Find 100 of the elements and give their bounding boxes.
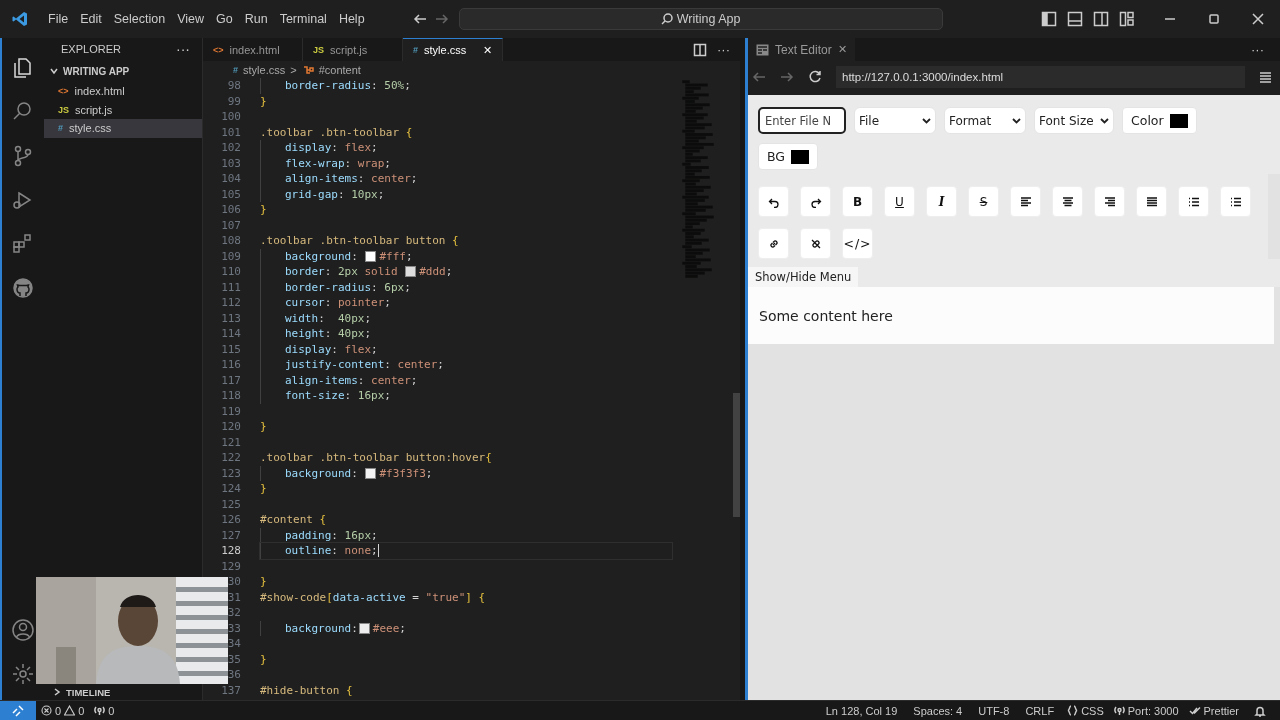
- color-swatch[interactable]: [405, 266, 417, 278]
- code-token: ;: [404, 79, 411, 93]
- dropdown[interactable]: File: [854, 107, 936, 134]
- toolbar-button[interactable]: [758, 228, 789, 259]
- menu-item[interactable]: View: [171, 8, 210, 30]
- layout-icon[interactable]: [1119, 11, 1135, 27]
- status-item[interactable]: Spaces: 4: [905, 704, 971, 717]
- color-swatch[interactable]: [365, 467, 377, 479]
- dropdown[interactable]: Font Size: [1034, 107, 1114, 134]
- toolbar-button[interactable]: [1052, 186, 1083, 217]
- dropdown[interactable]: Format: [944, 107, 1026, 134]
- toolbar-button[interactable]: [800, 186, 831, 217]
- menu-item[interactable]: Help: [332, 8, 371, 30]
- toolbar-button[interactable]: U: [884, 186, 915, 217]
- toolbar-button[interactable]: [1178, 186, 1209, 217]
- editor-tab[interactable]: # style.css ✕: [403, 38, 503, 61]
- toolbar-button[interactable]: [1094, 186, 1125, 217]
- menu-item[interactable]: Run: [238, 8, 274, 30]
- toolbar-button[interactable]: [800, 228, 831, 259]
- code-token: :: [324, 265, 333, 279]
- line-number: 30: [226, 575, 242, 589]
- color-swatch[interactable]: [365, 250, 377, 262]
- language-mode[interactable]: CSS: [1062, 704, 1109, 717]
- folder-header[interactable]: WRITING APP: [44, 60, 202, 82]
- line-number: 113: [220, 311, 242, 325]
- github-icon[interactable]: [11, 276, 35, 300]
- code-token: ;: [437, 358, 444, 372]
- code-token: .toolbar .btn-toolbar button:hover: [260, 451, 486, 465]
- code-token: display: [285, 141, 332, 155]
- editor-tab[interactable]: <> index.html: [203, 38, 303, 61]
- bell-icon[interactable]: [1254, 704, 1266, 717]
- forward-arrow-icon[interactable]: [434, 12, 449, 26]
- toolbar-button[interactable]: [1220, 186, 1251, 217]
- browser-tab[interactable]: Text Editor ✕: [748, 38, 855, 61]
- forward-arrow-icon[interactable]: [780, 70, 794, 84]
- status-item[interactable]: Ln 128, Col 19: [817, 704, 906, 717]
- error-icon: [41, 705, 52, 716]
- line-number: 118: [220, 389, 242, 403]
- more-actions-button[interactable]: ···: [717, 42, 730, 57]
- address-field[interactable]: http://127.0.0.1:3000/index.html: [836, 66, 1245, 88]
- reload-icon[interactable]: [808, 70, 822, 84]
- toolbar-button[interactable]: [1136, 186, 1167, 217]
- close-tab-button[interactable]: ✕: [837, 43, 847, 56]
- split-editor-icon[interactable]: [693, 42, 707, 57]
- line-number: 104: [220, 172, 242, 186]
- text-cursor: [377, 544, 380, 558]
- file-type-icon: JS: [313, 44, 324, 55]
- file-item[interactable]: <> index.html: [44, 82, 202, 101]
- search-icon: [660, 13, 673, 25]
- menu-item[interactable]: Edit: [74, 8, 108, 30]
- command-search-field[interactable]: Writing App: [458, 8, 943, 30]
- toolbar-button[interactable]: S: [968, 186, 999, 217]
- code-token: justify-content: [285, 358, 385, 372]
- code-token: padding: [285, 528, 332, 542]
- menu-item[interactable]: File: [42, 8, 75, 30]
- code-token: 2px: [338, 265, 358, 279]
- account-icon[interactable]: [11, 618, 35, 642]
- code-token: :: [351, 466, 359, 480]
- menu-item[interactable]: Terminal: [273, 8, 333, 30]
- primary-sidebar-toggle-icon[interactable]: [1041, 11, 1057, 27]
- code-token: ;: [410, 172, 418, 186]
- breadcrumb-item[interactable]: #content: [318, 63, 361, 76]
- menu-item[interactable]: Go: [210, 8, 239, 30]
- file-type-icon: #: [413, 45, 418, 55]
- line-number: 128: [220, 544, 242, 558]
- breadcrumb-separator: >: [290, 63, 297, 76]
- file-name-field[interactable]: Enter File N: [758, 107, 846, 134]
- line-number: 114: [220, 327, 242, 341]
- toolbar-button[interactable]: [758, 186, 789, 217]
- more-actions-button[interactable]: ···: [176, 41, 190, 57]
- color-picker-button[interactable]: Color: [1122, 107, 1197, 134]
- panel-toggle-icon[interactable]: [1067, 11, 1083, 27]
- toolbar-button[interactable]: [1010, 186, 1041, 217]
- scrollbar-thumb[interactable]: [733, 393, 740, 517]
- file-item[interactable]: # style.css: [44, 119, 202, 138]
- toolbar-button[interactable]: I: [926, 186, 957, 217]
- close-tab-button[interactable]: ✕: [483, 43, 492, 57]
- menu-item[interactable]: Selection: [107, 8, 172, 30]
- breadcrumb-item[interactable]: style.css: [243, 63, 286, 76]
- toolbar-button[interactable]: B: [842, 186, 873, 217]
- back-arrow-icon[interactable]: [412, 12, 427, 26]
- close-icon[interactable]: [1250, 11, 1266, 27]
- status-item[interactable]: UTF-8: [970, 704, 1018, 717]
- maximize-icon[interactable]: [1206, 11, 1222, 27]
- ports-indicator[interactable]: 0: [89, 704, 120, 717]
- secondary-sidebar-toggle-icon[interactable]: [1093, 11, 1109, 27]
- problems-indicator[interactable]: 0 0: [36, 704, 90, 717]
- color-swatch[interactable]: [358, 622, 370, 634]
- formatter-status[interactable]: Prettier: [1183, 704, 1244, 717]
- editable-content[interactable]: Some content here: [748, 287, 1274, 344]
- color-picker-button[interactable]: BG: [758, 143, 819, 170]
- menu-icon[interactable]: [1259, 71, 1272, 83]
- file-item[interactable]: JS script.js: [44, 100, 202, 119]
- menu-toggle-button[interactable]: Show/Hide Menu: [748, 267, 859, 287]
- code-token: cursor: [285, 296, 325, 310]
- more-actions-button[interactable]: ···: [1251, 42, 1264, 57]
- settings-icon[interactable]: [11, 662, 35, 686]
- toolbar-button[interactable]: </>: [842, 228, 873, 259]
- status-item[interactable]: CRLF: [1017, 704, 1063, 717]
- port-status[interactable]: Port: 3000: [1108, 704, 1184, 717]
